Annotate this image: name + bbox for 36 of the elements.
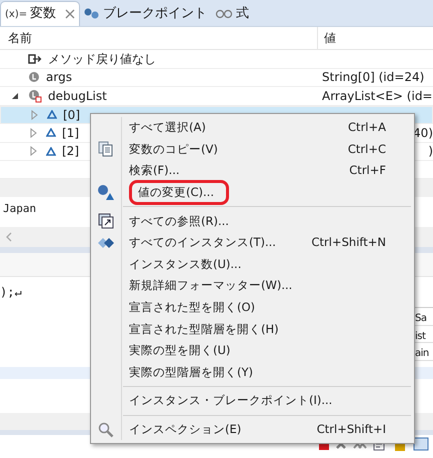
shortcut-label: Ctrl+F <box>349 162 386 180</box>
menu-item-label: すべて選択(A) <box>129 119 206 136</box>
menu-item-label: 宣言された型を開く(O) <box>129 298 256 316</box>
menu-item-label: 検索(F)... <box>129 162 180 180</box>
menu-item-label: インスタンス・ブレークポイント(I)... <box>129 392 332 410</box>
menu-item-label: すべての参照(R)... <box>129 212 229 230</box>
variable-value: ArrayList<E> (id= <box>321 88 433 105</box>
variables-icon: (x)= <box>5 6 28 22</box>
menu-item-label: すべてのインスタンス(T)... <box>129 234 276 252</box>
shortcut-label: Ctrl+Shift+I <box>316 420 386 438</box>
variable-name: debugList <box>48 88 107 105</box>
variable-name: args <box>46 69 72 86</box>
variable-name: [2] <box>62 143 79 160</box>
variable-name: [1] <box>62 124 79 142</box>
menu-item-label: 宣言された型階層を開く(H) <box>129 320 279 338</box>
tab-label: ブレークポイント <box>103 4 208 23</box>
shortcut-label: Ctrl+Shift+N <box>312 234 386 252</box>
menu-item-label: 実際の型を開く(U) <box>129 342 230 360</box>
variable-value: String[0] (id=24) <box>321 69 426 86</box>
variable-name: [0] <box>63 106 80 124</box>
code-line: );↵ <box>0 285 22 299</box>
detail-text: Japan <box>3 202 36 215</box>
menu-item-label: インスペクション(E) <box>129 420 242 438</box>
menu-item-label: 変数のコピー(V) <box>129 140 218 158</box>
tab-label: 式 <box>236 4 250 23</box>
menu-item-label: 新規詳細フォーマッター(W)... <box>129 277 292 294</box>
outline-text: ist <box>415 330 426 342</box>
shortcut-label: Ctrl+A <box>348 119 386 136</box>
tab-label: 変数 <box>30 5 56 24</box>
outline-text: Sa <box>415 313 426 324</box>
variable-value: ) <box>427 143 433 160</box>
menu-item-label: インスタンス数(U)... <box>129 256 242 273</box>
outline-text: ain <box>415 348 429 359</box>
shortcut-label: Ctrl+C <box>348 140 386 158</box>
menu-item-label: 実際の型階層を開く(Y) <box>129 364 253 381</box>
variable-name: メソッド戻り値なし <box>48 50 156 68</box>
